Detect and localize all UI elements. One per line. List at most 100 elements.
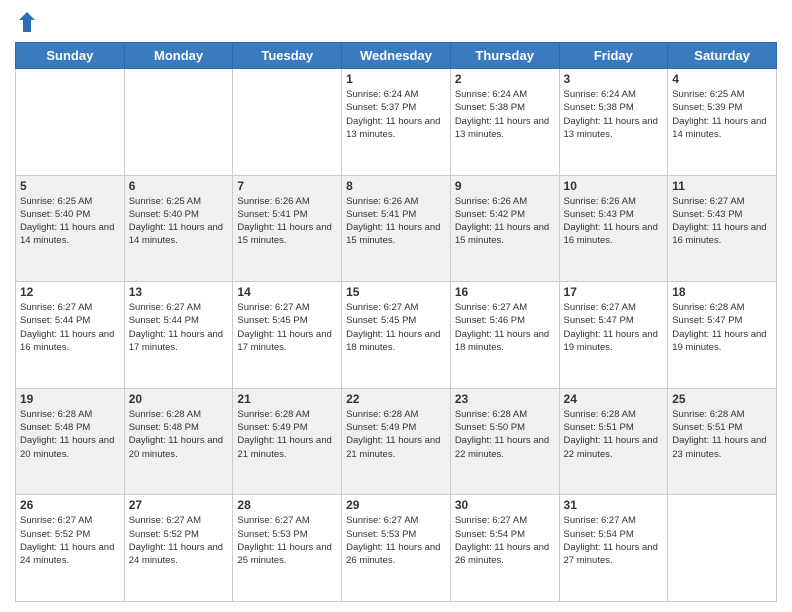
day-info: Sunrise: 6:26 AMSunset: 5:41 PMDaylight:… <box>346 195 446 248</box>
day-number: 7 <box>237 179 337 193</box>
day-number: 9 <box>455 179 555 193</box>
day-number: 15 <box>346 285 446 299</box>
day-number: 21 <box>237 392 337 406</box>
day-number: 6 <box>129 179 229 193</box>
day-info: Sunrise: 6:27 AMSunset: 5:54 PMDaylight:… <box>564 514 664 567</box>
calendar-week-4: 26 Sunrise: 6:27 AMSunset: 5:52 PMDayligh… <box>16 495 777 602</box>
day-header-friday: Friday <box>559 43 668 69</box>
day-number: 1 <box>346 72 446 86</box>
day-info: Sunrise: 6:26 AMSunset: 5:42 PMDaylight:… <box>455 195 555 248</box>
day-header-tuesday: Tuesday <box>233 43 342 69</box>
calendar-cell: 22 Sunrise: 6:28 AMSunset: 5:49 PMDayligh… <box>342 388 451 495</box>
day-info: Sunrise: 6:25 AMSunset: 5:39 PMDaylight:… <box>672 88 772 141</box>
day-number: 16 <box>455 285 555 299</box>
day-number: 25 <box>672 392 772 406</box>
day-number: 8 <box>346 179 446 193</box>
day-info: Sunrise: 6:27 AMSunset: 5:45 PMDaylight:… <box>346 301 446 354</box>
day-info: Sunrise: 6:25 AMSunset: 5:40 PMDaylight:… <box>20 195 120 248</box>
day-number: 26 <box>20 498 120 512</box>
calendar-cell: 30 Sunrise: 6:27 AMSunset: 5:54 PMDayligh… <box>450 495 559 602</box>
day-info: Sunrise: 6:27 AMSunset: 5:43 PMDaylight:… <box>672 195 772 248</box>
day-info: Sunrise: 6:27 AMSunset: 5:44 PMDaylight:… <box>20 301 120 354</box>
calendar-cell: 4 Sunrise: 6:25 AMSunset: 5:39 PMDaylight… <box>668 69 777 176</box>
calendar-cell: 15 Sunrise: 6:27 AMSunset: 5:45 PMDayligh… <box>342 282 451 389</box>
day-number: 5 <box>20 179 120 193</box>
day-info: Sunrise: 6:28 AMSunset: 5:48 PMDaylight:… <box>20 408 120 461</box>
day-header-monday: Monday <box>124 43 233 69</box>
calendar-cell: 26 Sunrise: 6:27 AMSunset: 5:52 PMDayligh… <box>16 495 125 602</box>
calendar-cell: 13 Sunrise: 6:27 AMSunset: 5:44 PMDayligh… <box>124 282 233 389</box>
calendar-cell: 14Sunrise: 6:27 AMSunset: 5:45 PMDayligh… <box>233 282 342 389</box>
calendar-header-row: SundayMondayTuesdayWednesdayThursdayFrid… <box>16 43 777 69</box>
day-number: 30 <box>455 498 555 512</box>
calendar-cell: 27 Sunrise: 6:27 AMSunset: 5:52 PMDayligh… <box>124 495 233 602</box>
calendar-table: SundayMondayTuesdayWednesdayThursdayFrid… <box>15 42 777 602</box>
calendar-cell: 20 Sunrise: 6:28 AMSunset: 5:48 PMDayligh… <box>124 388 233 495</box>
calendar-cell: 19 Sunrise: 6:28 AMSunset: 5:48 PMDayligh… <box>16 388 125 495</box>
calendar-cell <box>233 69 342 176</box>
calendar-cell: 18 Sunrise: 6:28 AMSunset: 5:47 PMDayligh… <box>668 282 777 389</box>
day-info: Sunrise: 6:24 AMSunset: 5:38 PMDaylight:… <box>455 88 555 141</box>
calendar-cell: 8 Sunrise: 6:26 AMSunset: 5:41 PMDaylight… <box>342 175 451 282</box>
calendar-cell: 9 Sunrise: 6:26 AMSunset: 5:42 PMDaylight… <box>450 175 559 282</box>
day-number: 10 <box>564 179 664 193</box>
calendar-cell: 3 Sunrise: 6:24 AMSunset: 5:38 PMDaylight… <box>559 69 668 176</box>
day-info: Sunrise: 6:27 AMSunset: 5:53 PMDaylight:… <box>237 514 337 567</box>
day-number: 11 <box>672 179 772 193</box>
calendar-cell: 5 Sunrise: 6:25 AMSunset: 5:40 PMDaylight… <box>16 175 125 282</box>
logo-icon <box>17 10 37 34</box>
day-info: Sunrise: 6:28 AMSunset: 5:51 PMDaylight:… <box>564 408 664 461</box>
day-info: Sunrise: 6:27 AMSunset: 5:45 PMDaylight:… <box>237 301 337 354</box>
day-info: Sunrise: 6:26 AMSunset: 5:43 PMDaylight:… <box>564 195 664 248</box>
calendar-cell <box>16 69 125 176</box>
day-number: 3 <box>564 72 664 86</box>
logo <box>15 10 37 34</box>
day-number: 20 <box>129 392 229 406</box>
day-info: Sunrise: 6:27 AMSunset: 5:54 PMDaylight:… <box>455 514 555 567</box>
day-info: Sunrise: 6:28 AMSunset: 5:48 PMDaylight:… <box>129 408 229 461</box>
calendar-cell: 6 Sunrise: 6:25 AMSunset: 5:40 PMDaylight… <box>124 175 233 282</box>
calendar-cell: 17 Sunrise: 6:27 AMSunset: 5:47 PMDayligh… <box>559 282 668 389</box>
day-number: 22 <box>346 392 446 406</box>
calendar-cell: 2 Sunrise: 6:24 AMSunset: 5:38 PMDaylight… <box>450 69 559 176</box>
calendar-cell <box>668 495 777 602</box>
header <box>15 10 777 34</box>
day-number: 13 <box>129 285 229 299</box>
day-info: Sunrise: 6:27 AMSunset: 5:52 PMDaylight:… <box>129 514 229 567</box>
day-number: 12 <box>20 285 120 299</box>
day-number: 24 <box>564 392 664 406</box>
day-info: Sunrise: 6:27 AMSunset: 5:44 PMDaylight:… <box>129 301 229 354</box>
calendar-week-1: 5 Sunrise: 6:25 AMSunset: 5:40 PMDaylight… <box>16 175 777 282</box>
day-info: Sunrise: 6:24 AMSunset: 5:38 PMDaylight:… <box>564 88 664 141</box>
day-info: Sunrise: 6:28 AMSunset: 5:49 PMDaylight:… <box>237 408 337 461</box>
day-info: Sunrise: 6:27 AMSunset: 5:47 PMDaylight:… <box>564 301 664 354</box>
calendar-week-0: 1 Sunrise: 6:24 AMSunset: 5:37 PMDaylight… <box>16 69 777 176</box>
calendar-cell: 28 Sunrise: 6:27 AMSunset: 5:53 PMDayligh… <box>233 495 342 602</box>
day-info: Sunrise: 6:27 AMSunset: 5:46 PMDaylight:… <box>455 301 555 354</box>
day-info: Sunrise: 6:24 AMSunset: 5:37 PMDaylight:… <box>346 88 446 141</box>
calendar-cell: 31 Sunrise: 6:27 AMSunset: 5:54 PMDayligh… <box>559 495 668 602</box>
day-number: 28 <box>237 498 337 512</box>
day-info: Sunrise: 6:28 AMSunset: 5:50 PMDaylight:… <box>455 408 555 461</box>
day-number: 27 <box>129 498 229 512</box>
day-info: Sunrise: 6:25 AMSunset: 5:40 PMDaylight:… <box>129 195 229 248</box>
day-number: 19 <box>20 392 120 406</box>
day-number: 4 <box>672 72 772 86</box>
day-number: 2 <box>455 72 555 86</box>
day-info: Sunrise: 6:28 AMSunset: 5:51 PMDaylight:… <box>672 408 772 461</box>
day-number: 17 <box>564 285 664 299</box>
calendar-cell: 21 Sunrise: 6:28 AMSunset: 5:49 PMDayligh… <box>233 388 342 495</box>
day-number: 18 <box>672 285 772 299</box>
day-number: 31 <box>564 498 664 512</box>
calendar-cell: 1 Sunrise: 6:24 AMSunset: 5:37 PMDaylight… <box>342 69 451 176</box>
calendar-cell: 10 Sunrise: 6:26 AMSunset: 5:43 PMDayligh… <box>559 175 668 282</box>
day-info: Sunrise: 6:28 AMSunset: 5:47 PMDaylight:… <box>672 301 772 354</box>
calendar-cell: 7Sunrise: 6:26 AMSunset: 5:41 PMDaylight… <box>233 175 342 282</box>
day-header-thursday: Thursday <box>450 43 559 69</box>
calendar-cell: 11 Sunrise: 6:27 AMSunset: 5:43 PMDayligh… <box>668 175 777 282</box>
day-info: Sunrise: 6:28 AMSunset: 5:49 PMDaylight:… <box>346 408 446 461</box>
calendar-cell: 25 Sunrise: 6:28 AMSunset: 5:51 PMDayligh… <box>668 388 777 495</box>
day-header-saturday: Saturday <box>668 43 777 69</box>
day-info: Sunrise: 6:27 AMSunset: 5:52 PMDaylight:… <box>20 514 120 567</box>
calendar-cell: 29Sunrise: 6:27 AMSunset: 5:53 PMDayligh… <box>342 495 451 602</box>
